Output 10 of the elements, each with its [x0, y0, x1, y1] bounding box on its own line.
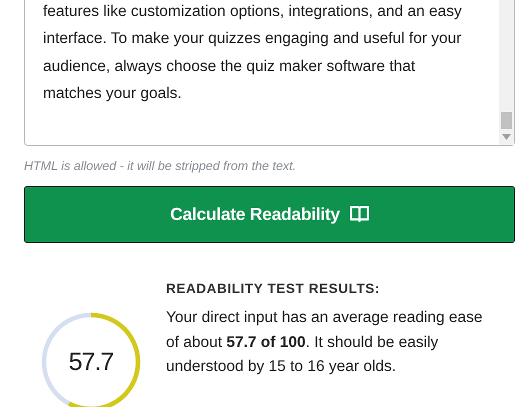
book-icon [350, 206, 369, 223]
hint-text: HTML is allowed - it will be stripped from the text. [24, 159, 298, 173]
scroll-down-arrow-icon[interactable] [502, 134, 511, 140]
results-heading: READABILITY TEST RESULTS: [166, 281, 382, 296]
score-value: 57.7 [68, 348, 114, 377]
text-input-field[interactable]: features like customization options, integrations, and an easy interface. To make your quizzes engaging and useful for your audience, always choose the quiz maker software that matches your goals. [24, 0, 515, 146]
scrollbar-thumb[interactable] [501, 112, 512, 129]
scrollbar[interactable] [499, 0, 514, 145]
results-summary: Your direct input has an average reading ease of about 57.7 of 100. It should be easily understood by 15 to 16 year olds. [166, 308, 484, 377]
calculate-readability-button[interactable]: Calculate Readability [24, 186, 515, 243]
